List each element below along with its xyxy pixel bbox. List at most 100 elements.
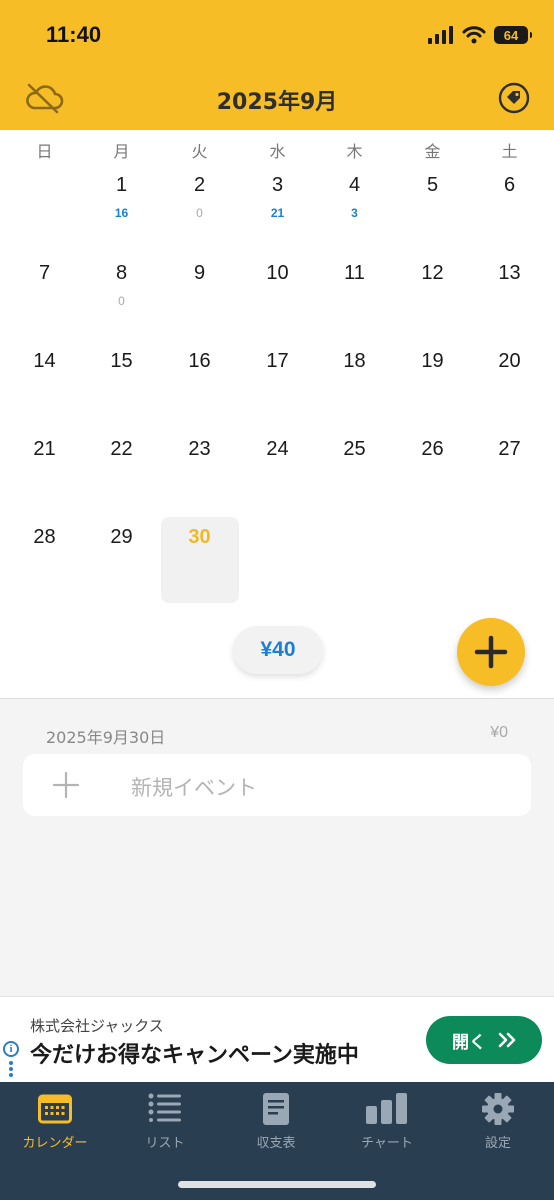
day-number: 5: [426, 174, 439, 196]
day-cell[interactable]: 14: [5, 306, 84, 394]
day-number: 12: [421, 262, 444, 284]
day-number: 11: [344, 262, 365, 284]
day-number: 3: [271, 174, 284, 196]
month-total-pill[interactable]: ¥40: [233, 626, 323, 674]
day-number: 24: [266, 438, 289, 460]
day-cell[interactable]: 13: [470, 218, 549, 306]
day-number: 17: [266, 350, 289, 372]
day-number: 22: [110, 438, 133, 460]
document-icon: [263, 1093, 289, 1125]
day-cell[interactable]: 5: [393, 130, 472, 218]
status-icons: 64: [428, 22, 532, 48]
bar-chart-icon: [366, 1093, 407, 1124]
wifi-icon: [462, 26, 486, 44]
ad-open-label: 開く: [452, 1032, 486, 1053]
day-cell[interactable]: 11: [315, 218, 394, 306]
tab-label: 収支表: [256, 1136, 296, 1151]
day-number: 1: [115, 174, 128, 196]
selected-day-total: ¥0: [490, 724, 508, 741]
tab-chart[interactable]: チャート: [332, 1082, 442, 1158]
tab-label: チャート: [361, 1136, 413, 1151]
new-event-button[interactable]: 新規イベント: [23, 754, 531, 816]
day-cell-today[interactable]: 30: [160, 482, 239, 570]
day-cell[interactable]: 24: [238, 394, 317, 482]
day-number: 28: [33, 526, 56, 548]
day-cell[interactable]: 10: [238, 218, 317, 306]
day-cell[interactable]: 19: [393, 306, 472, 394]
day-number: 10: [266, 262, 289, 284]
ad-headline: 今だけお得なキャンペーン実施中: [30, 1043, 359, 1068]
day-cell[interactable]: 6: [470, 130, 549, 218]
day-number: 20: [498, 350, 521, 372]
plus-icon: [474, 635, 508, 669]
home-indicator: [178, 1181, 376, 1188]
day-number: 2: [193, 174, 206, 196]
ad-open-button[interactable]: 開く: [426, 1016, 542, 1064]
day-number: 30: [188, 526, 211, 548]
day-number: 16: [188, 350, 211, 372]
list-icon: [148, 1093, 181, 1122]
day-number: 9: [193, 262, 206, 284]
new-event-label: 新規イベント: [131, 776, 257, 800]
day-cell[interactable]: 12: [393, 218, 472, 306]
ad-info-icon[interactable]: i: [3, 1041, 19, 1057]
day-cell[interactable]: 43: [315, 130, 394, 220]
selected-date: 2025年9月30日: [46, 728, 166, 747]
day-cell[interactable]: 7: [5, 218, 84, 306]
day-cell[interactable]: 3 21: [238, 130, 317, 220]
tab-calendar[interactable]: カレンダー: [0, 1082, 110, 1158]
day-cell[interactable]: 20: [160, 130, 239, 220]
day-cell[interactable]: 9: [160, 218, 239, 306]
ad-advertiser: 株式会社ジャックス: [30, 1017, 164, 1035]
gear-icon: [482, 1093, 514, 1125]
page-title: 2025年9月: [216, 90, 338, 115]
tab-label: カレンダー: [22, 1136, 88, 1151]
day-number: 13: [498, 262, 521, 284]
day-cell[interactable]: 18: [315, 306, 394, 394]
day-number: 4: [348, 174, 361, 196]
day-number: 18: [343, 350, 366, 372]
day-cell[interactable]: 20: [470, 306, 549, 394]
ad-banner[interactable]: i 株式会社ジャックス 今だけお得なキャンペーン実施中 開く: [0, 996, 554, 1083]
app-header: 11:40 64 2025年9月: [0, 0, 554, 130]
day-cell[interactable]: 17: [238, 306, 317, 394]
tab-settings[interactable]: 設定: [443, 1082, 553, 1158]
day-cell[interactable]: 1 16: [82, 130, 161, 220]
day-number: 21: [33, 438, 56, 460]
day-cell[interactable]: 28: [5, 482, 84, 570]
day-number: 15: [110, 350, 133, 372]
day-number: 23: [188, 438, 211, 460]
day-cell[interactable]: 21: [5, 394, 84, 482]
double-chevron-right-icon: [498, 1032, 516, 1048]
day-cell[interactable]: 26: [393, 394, 472, 482]
battery-indicator: 64: [494, 26, 532, 44]
day-cell[interactable]: 22: [82, 394, 161, 482]
plus-icon: [52, 771, 80, 799]
day-number: 7: [38, 262, 51, 284]
day-number: 6: [503, 174, 516, 196]
calendar-icon: [38, 1094, 72, 1124]
day-number: 25: [343, 438, 366, 460]
day-cell[interactable]: 27: [470, 394, 549, 482]
tag-icon[interactable]: [494, 82, 534, 114]
tab-label: 設定: [484, 1136, 511, 1151]
add-entry-button[interactable]: [457, 618, 525, 686]
day-cell[interactable]: 16: [160, 306, 239, 394]
day-cell[interactable]: 25: [315, 394, 394, 482]
day-cell[interactable]: 80: [82, 218, 161, 308]
day-number: 27: [498, 438, 521, 460]
day-number: 29: [110, 526, 133, 548]
day-cell[interactable]: [5, 130, 84, 218]
day-number: 26: [421, 438, 444, 460]
day-cell[interactable]: 29: [82, 482, 161, 570]
day-cell[interactable]: 15: [82, 306, 161, 394]
month-calendar: 日 月 火 水 木 金 土 1 16 20 3 21 43 5 6 7 80 9 1…: [0, 130, 554, 699]
day-cell[interactable]: 23: [160, 394, 239, 482]
day-number: 19: [421, 350, 444, 372]
tab-statement[interactable]: 収支表: [221, 1082, 331, 1158]
ad-choices-icon: [9, 1061, 13, 1079]
status-time: 11:40: [46, 22, 102, 47]
day-number: 8: [115, 262, 128, 284]
day-number: 14: [33, 350, 56, 372]
tab-list[interactable]: リスト: [110, 1082, 220, 1158]
